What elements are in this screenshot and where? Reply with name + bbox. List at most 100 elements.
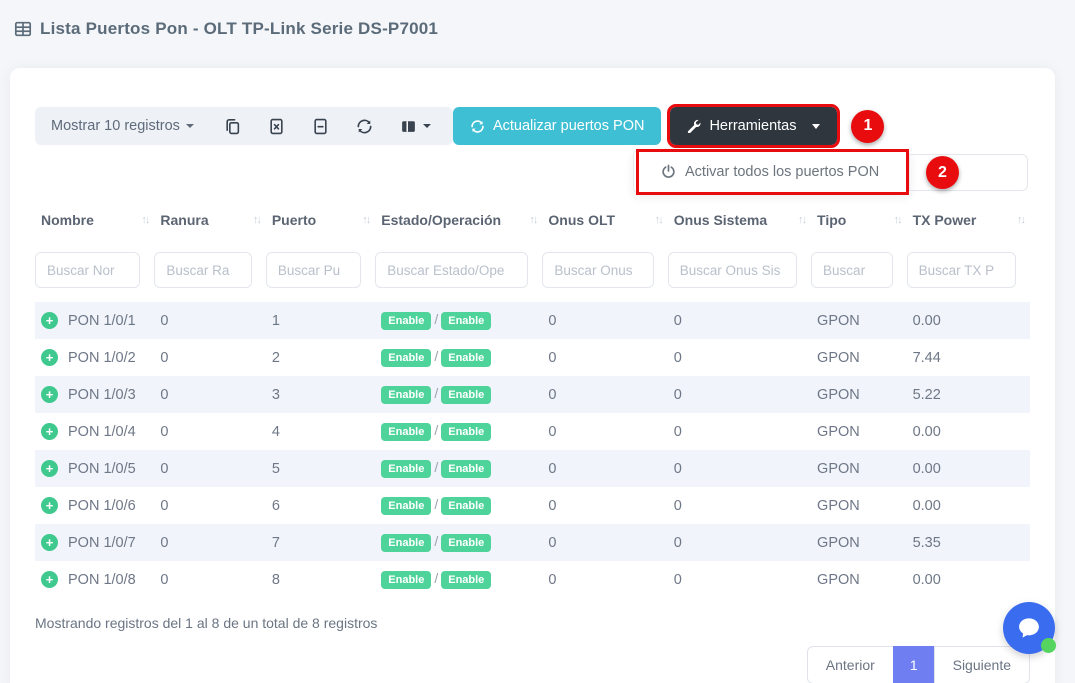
estado-badge: Enable [381,312,432,330]
operacion-badge: Enable [441,534,492,552]
sort-icon[interactable]: ↑↓ [1017,212,1026,226]
column-visibility-icon[interactable] [400,118,431,135]
wrench-icon [688,119,701,133]
previous-page-button[interactable]: Anterior [806,646,894,683]
table-header-row: Nombre ↑↓ Ranura ↑↓ Puerto ↑↓ Estado/Operac… [35,210,1030,252]
tx-power-value: 0.00 [912,460,941,477]
tipo-value: GPON [817,386,860,403]
tipo-value: GPON [817,460,860,477]
column-header-tipo[interactable]: Tipo ↑↓ [811,210,907,252]
tipo-value: GPON [817,534,860,551]
sort-icon[interactable]: ↑↓ [362,212,371,226]
content-card: Mostrar 10 registros Actualizar puertos … [10,68,1055,683]
puerto-value: 6 [271,497,280,514]
next-page-button[interactable]: Siguiente [933,646,1030,683]
expand-row-button[interactable]: + [41,386,58,403]
expand-row-button[interactable]: + [41,349,58,366]
filter-estado-input[interactable] [375,252,529,288]
table-filter-row [35,252,1030,302]
column-header-nombre[interactable]: Nombre ↑↓ [35,210,154,252]
onus-olt-value: 0 [548,571,557,588]
chat-widget-button[interactable] [1003,602,1056,654]
pon-ports-table: Nombre ↑↓ Ranura ↑↓ Puerto ↑↓ Estado/Operac… [35,210,1030,631]
tipo-value: GPON [817,312,860,329]
puerto-value: 8 [271,571,280,588]
table-row: + PON 1/0/2 0 2 Enable / Enable 0 0 GPON 7… [35,339,1030,376]
puerto-value: 3 [271,386,280,403]
table-row: + PON 1/0/5 0 5 Enable / Enable 0 0 GPON 0… [35,450,1030,487]
estado-badge: Enable [381,571,432,589]
sort-icon[interactable]: ↑↓ [253,212,262,226]
badge-separator: / [434,348,439,364]
ranura-value: 0 [160,571,169,588]
column-header-tx-power[interactable]: TX Power ↑↓ [907,210,1030,252]
expand-row-button[interactable]: + [41,312,58,329]
expand-row-button[interactable]: + [41,534,58,551]
expand-row-button[interactable]: + [41,497,58,514]
column-header-ranura[interactable]: Ranura ↑↓ [154,210,265,252]
port-name: PON 1/0/1 [68,312,136,329]
column-header-onus-olt[interactable]: Onus OLT ↑↓ [542,210,667,252]
onus-sistema-value: 0 [673,312,682,329]
tipo-value: GPON [817,497,860,514]
file-export-icon[interactable] [312,118,329,135]
filter-tipo-input[interactable] [811,252,893,288]
column-header-estado-operacion[interactable]: Estado/Operación ↑↓ [375,210,542,252]
filter-onus-sistema-input[interactable] [667,252,798,288]
filter-ranura-input[interactable] [154,252,252,288]
sort-icon[interactable]: ↑↓ [894,212,903,226]
page-1-button[interactable]: 1 [892,646,935,683]
column-header-onus-sistema[interactable]: Onus Sistema ↑↓ [668,210,811,252]
port-name: PON 1/0/7 [68,534,136,551]
onus-sistema-value: 0 [673,386,682,403]
sort-icon[interactable]: ↑↓ [141,212,150,226]
page-header: Lista Puertos Pon - OLT TP-Link Serie DS… [0,0,1075,58]
expand-row-button[interactable]: + [41,460,58,477]
table-grid-icon [14,20,32,38]
show-entries-dropdown[interactable]: Mostrar 10 registros [51,118,194,134]
filter-puerto-input[interactable] [265,252,362,288]
onus-olt-value: 0 [548,534,557,551]
expand-row-button[interactable]: + [41,571,58,588]
filter-nombre-input[interactable] [35,252,141,288]
puerto-value: 4 [271,423,280,440]
expand-row-button[interactable]: + [41,423,58,440]
operacion-badge: Enable [441,386,492,404]
ranura-value: 0 [160,349,169,366]
tx-power-value: 7.44 [912,349,941,366]
operacion-badge: Enable [441,423,492,441]
table-row: + PON 1/0/1 0 1 Enable / Enable 0 0 GPON 0… [35,302,1030,339]
sort-icon[interactable]: ↑↓ [529,212,538,226]
tools-dropdown-button[interactable]: Herramientas [667,104,841,148]
table-row: + PON 1/0/3 0 3 Enable / Enable 0 0 GPON 5… [35,376,1030,413]
port-name: PON 1/0/2 [68,349,136,366]
tipo-value: GPON [817,423,860,440]
onus-sistema-value: 0 [673,423,682,440]
pagination: Anterior 1 Siguiente [806,646,1030,683]
badge-separator: / [434,533,439,549]
tx-power-value: 0.00 [912,497,941,514]
onus-sistema-value: 0 [673,571,682,588]
onus-sistema-value: 0 [673,460,682,477]
puerto-value: 1 [271,312,280,329]
tools-dropdown-menu: Activar todos los puertos PON [633,149,910,195]
estado-badge: Enable [381,386,432,404]
operacion-badge: Enable [441,497,492,515]
onus-olt-value: 0 [548,423,557,440]
sort-icon[interactable]: ↑↓ [655,212,664,226]
excel-export-icon[interactable] [268,118,285,135]
tx-power-value: 0.00 [912,571,941,588]
filter-tx-power-input[interactable] [906,252,1016,288]
filter-onus-olt-input[interactable] [542,252,654,288]
refresh-icon[interactable] [356,118,373,135]
copy-icon[interactable] [224,118,241,135]
page-title: Lista Puertos Pon - OLT TP-Link Serie DS… [40,19,439,38]
ranura-value: 0 [160,386,169,403]
sort-icon[interactable]: ↑↓ [798,212,807,226]
puerto-value: 5 [271,460,280,477]
column-header-puerto[interactable]: Puerto ↑↓ [266,210,375,252]
ranura-value: 0 [160,460,169,477]
update-pon-ports-button[interactable]: Actualizar puertos PON [452,107,662,145]
activate-all-pon-ports-menu-item[interactable]: Activar todos los puertos PON [634,151,909,192]
operacion-badge: Enable [441,571,492,589]
